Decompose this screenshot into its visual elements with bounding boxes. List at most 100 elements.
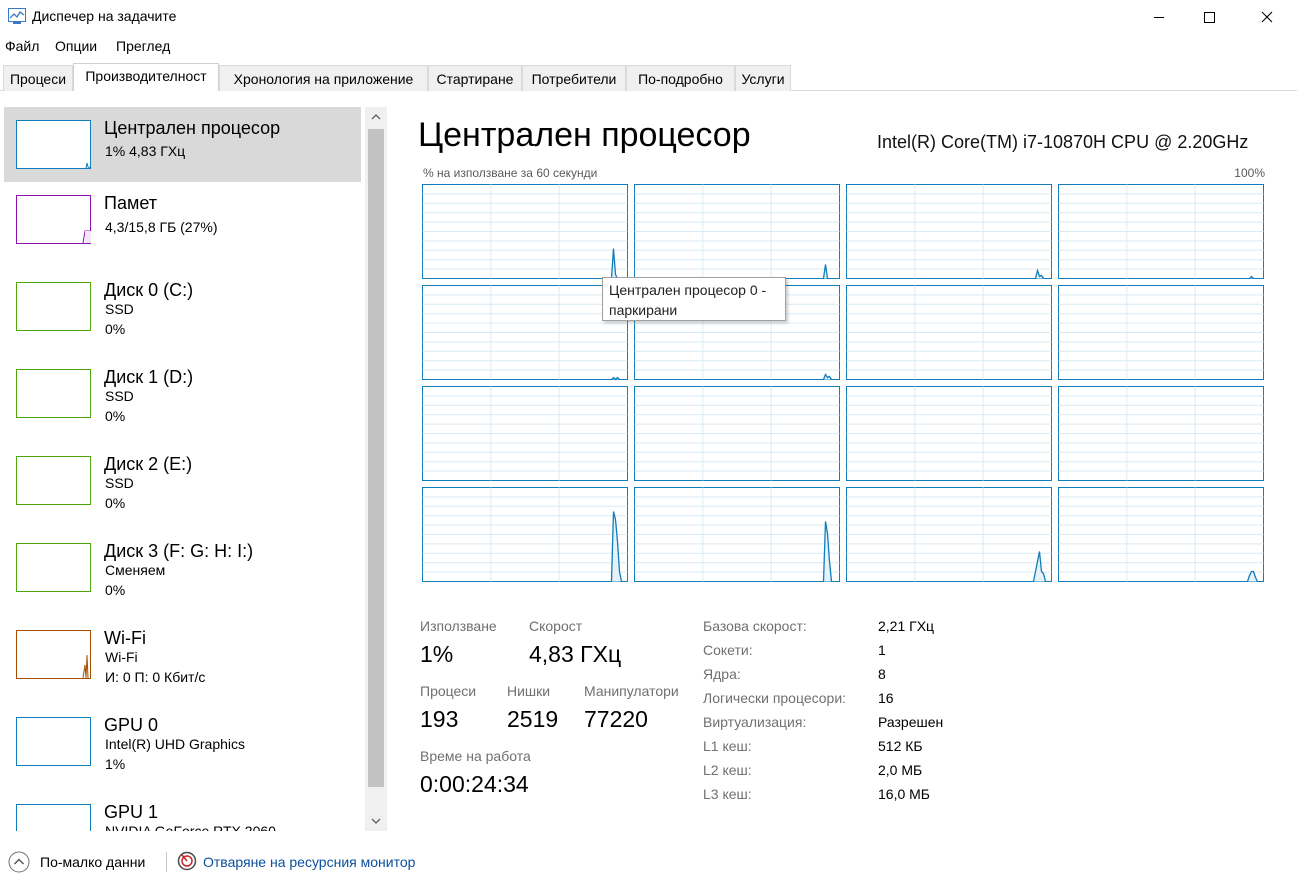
sidebar-item-gpu-1[interactable]: GPU 1 NVIDIA GeForce RTX 2060 — [4, 791, 361, 831]
gpu-mini-graph — [16, 804, 91, 831]
close-icon — [1261, 11, 1273, 23]
spec-label: L2 кеш: — [703, 762, 752, 778]
page-title: Централен процесор — [418, 116, 751, 154]
tab-app-history[interactable]: Хронология на приложение — [219, 65, 428, 91]
sidebar-item-title: Диск 3 (F: G: H: I:) — [104, 541, 254, 561]
logical-processor-graph[interactable] — [846, 285, 1052, 380]
spec-value: Разрешен — [878, 714, 944, 730]
sidebar-item-detail: 1% 4,83 ГХц — [105, 143, 186, 159]
open-resource-monitor-link[interactable]: Отваряне на ресурсния монитор — [203, 854, 415, 870]
scroll-down-button[interactable] — [365, 811, 387, 831]
logical-processor-graph[interactable] — [846, 487, 1052, 582]
sidebar-item-detail: 0% — [105, 321, 126, 337]
spec-label: L1 кеш: — [703, 738, 752, 754]
wifi-mini-graph — [16, 630, 91, 679]
spec-label: Ядра: — [703, 666, 741, 682]
menu-view[interactable]: Преглед — [116, 38, 170, 54]
logical-processor-graph[interactable] — [846, 184, 1052, 279]
sidebar-item-cpu[interactable]: Централен процесор 1% 4,83 ГХц — [4, 107, 361, 182]
usage-value: 1% — [420, 641, 454, 667]
logical-processor-graph[interactable] — [634, 487, 840, 582]
sidebar-item-memory[interactable]: Памет 4,3/15,8 ГБ (27%) — [4, 182, 361, 257]
logical-processor-graph[interactable] — [1058, 487, 1264, 582]
logical-processor-graph[interactable] — [634, 386, 840, 481]
footer-divider — [166, 852, 167, 872]
sidebar-item-disk-2[interactable]: Диск 2 (E:) SSD 0% — [4, 443, 361, 518]
tooltip-line: паркирани — [609, 302, 678, 318]
task-manager-icon — [8, 8, 26, 24]
logical-processor-graph[interactable] — [422, 285, 628, 381]
sidebar-item-gpu-0[interactable]: GPU 0 Intel(R) UHD Graphics 1% — [4, 704, 361, 779]
sidebar-item-disk-0[interactable]: Диск 0 (C:) SSD 0% — [4, 269, 361, 344]
spec-value: 1 — [878, 642, 886, 658]
logical-processor-graph[interactable] — [422, 487, 628, 582]
handles-label: Манипулатори — [584, 683, 679, 699]
logical-processor-graph[interactable] — [846, 386, 1052, 481]
tab-services[interactable]: Услуги — [735, 65, 791, 91]
disk-mini-graph — [16, 282, 91, 331]
sidebar-item-title: Диск 0 (C:) — [104, 280, 194, 300]
sidebar-item-detail: 0% — [105, 582, 126, 598]
tab-processes[interactable]: Процеси — [3, 65, 73, 91]
disk-mini-graph — [16, 456, 91, 505]
handles-value: 77220 — [584, 706, 648, 732]
tab-users[interactable]: Потребители — [522, 65, 626, 91]
uptime-label: Време на работа — [420, 748, 531, 764]
spec-value: 512 КБ — [878, 738, 923, 754]
tab-startup[interactable]: Стартиране — [428, 65, 522, 91]
uptime-value: 0:00:24:34 — [420, 771, 529, 797]
logical-processor-graph[interactable] — [422, 386, 628, 481]
tab-details[interactable]: По-подробно — [626, 65, 735, 91]
graph-caption: % на използване за 60 секунди — [423, 166, 598, 180]
processes-value: 193 — [420, 706, 459, 732]
maximize-icon — [1204, 12, 1215, 23]
spec-label: Сокети: — [703, 642, 753, 658]
close-button[interactable] — [1244, 0, 1290, 34]
sidebar-item-title: Диск 2 (E:) — [104, 454, 193, 474]
memory-mini-graph — [16, 195, 91, 244]
sidebar-item-title: Централен процесор — [104, 118, 281, 138]
spec-label: Логически процесори: — [703, 690, 847, 706]
menu-file[interactable]: Файл — [5, 38, 39, 54]
sidebar-item-title: Wi-Fi — [104, 628, 146, 648]
chevron-up-circle-icon[interactable] — [8, 851, 30, 873]
disk-mini-graph — [16, 369, 91, 418]
sidebar-item-type: SSD — [105, 388, 134, 404]
scroll-thumb[interactable] — [368, 129, 384, 787]
sidebar-item-disk-1[interactable]: Диск 1 (D:) SSD 0% — [4, 356, 361, 431]
fewer-details-button[interactable]: По-малко данни — [40, 854, 145, 870]
tab-performance[interactable]: Производителност — [73, 63, 219, 91]
maximize-button[interactable] — [1186, 0, 1232, 34]
logical-processor-graph[interactable] — [422, 184, 628, 279]
spec-label: L3 кеш: — [703, 786, 752, 802]
scroll-up-button[interactable] — [365, 107, 387, 127]
logical-processor-graph[interactable] — [1058, 386, 1264, 481]
minimize-button[interactable] — [1136, 0, 1182, 34]
sidebar-scrollbar[interactable] — [365, 107, 387, 831]
spec-value: 16,0 МБ — [878, 786, 930, 802]
resource-monitor-icon — [177, 851, 197, 871]
sidebar-item-wifi[interactable]: Wi-Fi Wi-Fi И: 0 П: 0 Кбит/с — [4, 617, 361, 692]
cpu-model-name: Intel(R) Core(TM) i7-10870H CPU @ 2.20GH… — [877, 132, 1249, 152]
spec-label: Виртуализация: — [703, 714, 807, 730]
logical-processor-graph[interactable] — [1058, 184, 1264, 279]
title-bar: Диспечер на задачите — [0, 0, 1297, 34]
threads-label: Нишки — [507, 683, 551, 699]
cpu-mini-graph — [16, 120, 91, 169]
spec-value: 2,21 ГХц — [878, 618, 935, 634]
sidebar-item-disk-3[interactable]: Диск 3 (F: G: H: I:) Сменяем 0% — [4, 530, 361, 605]
sidebar-item-type: NVIDIA GeForce RTX 2060 — [105, 823, 276, 831]
cpu-core-graphs[interactable] — [422, 184, 1266, 582]
logical-processor-graph[interactable] — [634, 184, 840, 279]
speed-label: Скорост — [529, 618, 583, 634]
tooltip-line: Централен процесор 0 - — [609, 282, 767, 298]
core-tooltip: Централен процесор 0 - паркирани — [602, 277, 786, 321]
processes-label: Процеси — [420, 683, 477, 699]
spec-value: 16 — [878, 690, 894, 706]
sidebar-item-title: Диск 1 (D:) — [104, 367, 194, 387]
menu-options[interactable]: Опции — [55, 38, 97, 54]
sidebar-item-detail: 4,3/15,8 ГБ (27%) — [105, 219, 218, 235]
logical-processor-graph[interactable] — [1058, 285, 1264, 380]
sidebar-item-detail: И: 0 П: 0 Кбит/с — [105, 669, 206, 685]
threads-value: 2519 — [507, 706, 559, 732]
